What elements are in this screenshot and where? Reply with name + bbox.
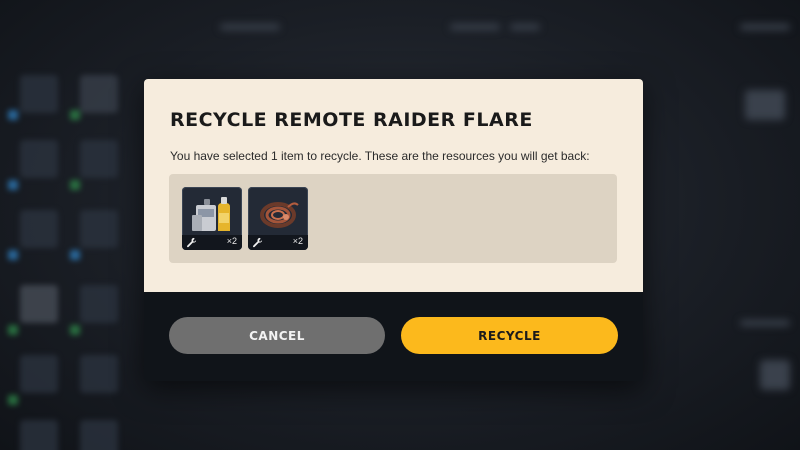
wrench-icon (253, 237, 263, 248)
wrench-icon (187, 237, 197, 248)
resource-quantity: ×2 (292, 236, 303, 246)
dialog-body: RECYCLE REMOTE RAIDER FLARE You have sel… (144, 79, 643, 292)
recycle-button[interactable]: RECYCLE (401, 317, 618, 354)
resource-item[interactable]: ×2 (248, 187, 308, 250)
resource-item[interactable]: ×2 (182, 187, 242, 250)
recycle-dialog: RECYCLE REMOTE RAIDER FLARE You have sel… (144, 79, 643, 381)
resource-footer: ×2 (182, 235, 242, 250)
resource-quantity: ×2 (226, 236, 237, 246)
dialog-title: RECYCLE REMOTE RAIDER FLARE (170, 109, 533, 131)
background-inventory-grid (0, 0, 150, 450)
background-right-panel (650, 0, 800, 450)
resource-footer: ×2 (248, 235, 308, 250)
wire-coil-icon (260, 202, 299, 228)
dialog-description: You have selected 1 item to recycle. The… (170, 149, 590, 163)
dialog-footer: CANCEL RECYCLE (144, 292, 643, 381)
cancel-button[interactable]: CANCEL (169, 317, 385, 354)
chemicals-canisters-icon (192, 197, 230, 231)
resource-list: ×2 ×2 (169, 174, 617, 263)
